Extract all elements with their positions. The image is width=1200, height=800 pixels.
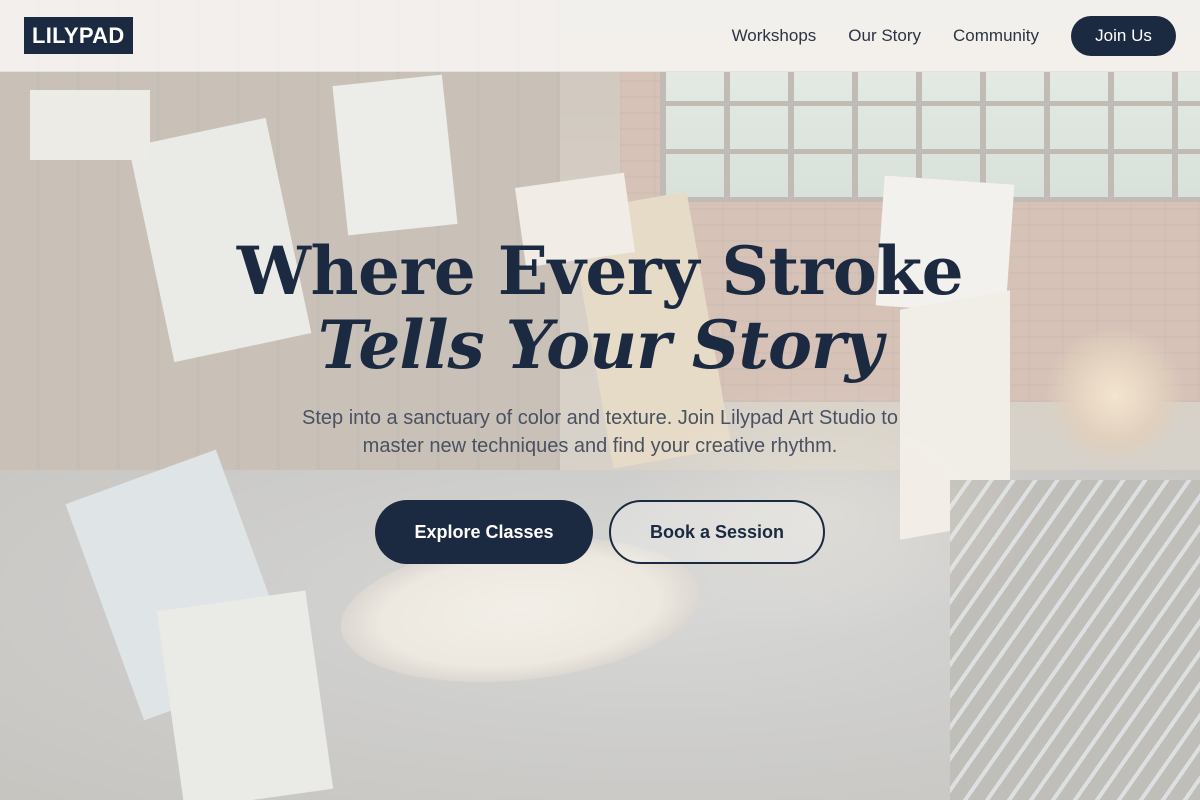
hero-cta-group: Explore Classes Book a Session	[0, 500, 1200, 564]
book-session-button[interactable]: Book a Session	[609, 500, 825, 564]
nav-link-community[interactable]: Community	[953, 26, 1039, 46]
nav-link-our-story[interactable]: Our Story	[848, 26, 921, 46]
main-nav: Workshops Our Story Community Join Us	[732, 15, 1176, 56]
hero-title-line-2: Tells Your Story	[317, 306, 883, 384]
hero-subtitle: Step into a sanctuary of color and textu…	[302, 407, 898, 457]
hero-title: Where Every Stroke Tells Your Story	[0, 234, 1200, 382]
hero-section: Where Every Stroke Tells Your Story Step…	[0, 72, 1200, 800]
nav-link-workshops[interactable]: Workshops	[732, 26, 817, 46]
top-navbar: LILYPAD Workshops Our Story Community Jo…	[0, 0, 1200, 72]
brand-logo[interactable]: LILYPAD	[24, 17, 133, 54]
explore-classes-button[interactable]: Explore Classes	[375, 500, 593, 564]
hero-title-line-1: Where Every Stroke	[236, 232, 964, 310]
join-us-button[interactable]: Join Us	[1071, 15, 1176, 56]
